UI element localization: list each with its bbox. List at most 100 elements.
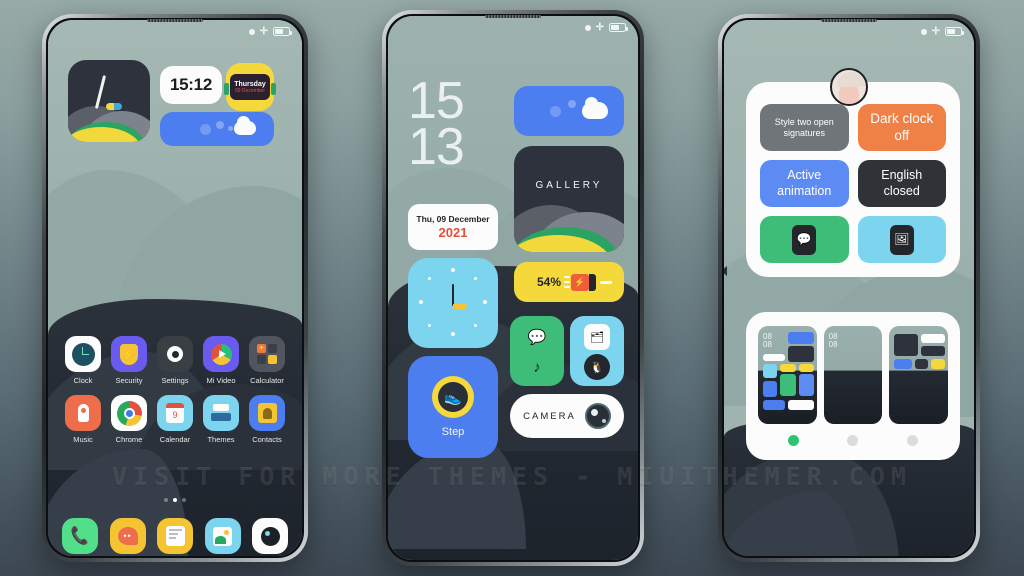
message-bubble-icon[interactable]: •• <box>109 518 146 554</box>
app-label: Calendar <box>159 435 191 444</box>
preview-time: 08 08 <box>828 332 838 349</box>
tile-active-animation[interactable]: Active animation <box>760 160 849 207</box>
app-label: Security <box>115 376 143 385</box>
wechat-scan-icon: 💬 <box>792 224 817 255</box>
cloud-icon <box>582 97 608 119</box>
gallery-widget[interactable]: GALLERY <box>514 146 624 252</box>
avatar[interactable] <box>830 68 868 106</box>
clock-minutes: 13 <box>408 118 465 176</box>
app-label: Clock <box>73 376 93 385</box>
date-widget[interactable]: Thu, 09 December 2021 <box>408 204 498 250</box>
app-grid: Clock ⚡ Security Settings Mi Video + Cal… <box>62 336 288 454</box>
camera-label: CAMERA <box>523 410 576 422</box>
phone-icon[interactable]: 📞 <box>62 518 98 554</box>
settings-card: Style two open signatures Dark clock off… <box>746 82 960 277</box>
step-widget[interactable]: 👟 Step <box>408 356 498 458</box>
tile-gallery-phone[interactable]: 🖼 <box>857 216 946 263</box>
app-contacts[interactable]: Contacts <box>246 395 288 444</box>
phone-mockup-2: ✛ 15 13 Thu, 09 December 2021 GALLERY 54… <box>382 10 644 566</box>
phone-2-screen[interactable]: ✛ 15 13 Thu, 09 December 2021 GALLERY 54… <box>388 16 638 560</box>
app-security[interactable]: ⚡ Security <box>108 336 150 385</box>
app-label: Themes <box>207 435 235 444</box>
shield-icon: ⚡ <box>111 336 147 372</box>
status-bar: ✛ <box>584 22 628 32</box>
chrome-icon <box>111 395 147 431</box>
preview-dot[interactable] <box>847 435 859 446</box>
phone-mockup-3: ✛ Style two open signatures Dark clock o… <box>718 14 980 562</box>
play-icon <box>203 336 239 372</box>
earpiece-speaker-icon <box>821 19 877 22</box>
page-indicator[interactable] <box>48 498 302 502</box>
gallery-landscape-icon[interactable] <box>68 60 150 142</box>
preview-thumb-3[interactable] <box>889 326 949 424</box>
tile-english-closed[interactable]: English closed <box>857 160 946 207</box>
calendar-day: 9 <box>172 410 178 420</box>
status-bar: ✛ <box>248 26 292 36</box>
phone-mockup-1: ✛ 15:12 Thursday 09 December Clock ⚡ Sec… <box>42 14 308 562</box>
battery-widget[interactable]: 54% ⚡ <box>514 262 624 302</box>
app-calculator[interactable]: + Calculator <box>246 336 288 385</box>
app-label: Chrome <box>115 435 143 444</box>
date-widget[interactable]: Thursday 09 December <box>224 63 276 111</box>
file-icon: 🗂 <box>584 324 610 350</box>
cloud-icon <box>234 116 256 135</box>
app-folder-tools[interactable]: 🗂 🐧 <box>570 316 624 386</box>
preview-dot-active[interactable] <box>788 435 800 446</box>
analog-clock-widget[interactable] <box>408 258 498 348</box>
notification-dot-icon <box>248 28 255 35</box>
page-dot[interactable] <box>164 498 168 502</box>
status-bar: ✛ <box>920 25 964 37</box>
weather-widget[interactable] <box>514 86 624 136</box>
camera-icon[interactable] <box>252 518 288 554</box>
app-folder-social[interactable]: 💬 ♪ <box>510 316 564 386</box>
tiktok-icon: ♪ <box>533 358 541 376</box>
battery-icon <box>273 27 292 36</box>
clock-widget[interactable]: 15:12 <box>160 66 222 104</box>
date-day: 09 December <box>234 87 265 94</box>
preview-thumb-2[interactable]: 08 08 <box>823 326 883 424</box>
battery-icon <box>945 27 964 36</box>
app-calendar[interactable]: 9 Calendar <box>154 395 196 444</box>
page-dot[interactable] <box>182 498 186 502</box>
calculator-icon: + <box>249 336 285 372</box>
earpiece-speaker-icon <box>485 15 541 18</box>
date-text: Thu, 09 December <box>416 214 490 224</box>
page-dot-active[interactable] <box>173 498 177 502</box>
preview-thumb-1[interactable]: 08 08 <box>758 326 817 424</box>
bluetooth-icon: ✛ <box>931 25 940 37</box>
phone-3-screen[interactable]: ✛ Style two open signatures Dark clock o… <box>724 20 974 556</box>
phone-2-bezel: ✛ 15 13 Thu, 09 December 2021 GALLERY 54… <box>386 14 640 562</box>
step-label: Step <box>441 426 465 438</box>
dock: 📞 •• <box>62 518 288 554</box>
preview-page-indicator[interactable] <box>758 435 948 446</box>
phone-3-bezel: ✛ Style two open signatures Dark clock o… <box>722 18 976 558</box>
wechat-icon: 💬 <box>527 329 547 346</box>
gallery-title: GALLERY <box>535 180 603 191</box>
weather-widget[interactable] <box>160 112 274 146</box>
app-themes[interactable]: Themes <box>200 395 242 444</box>
preview-card: 08 08 08 08 <box>746 312 960 460</box>
left-arrow-icon <box>724 266 727 276</box>
music-note-icon <box>65 395 101 431</box>
app-mi-video[interactable]: Mi Video <box>200 336 242 385</box>
battery-percent: 54% <box>536 275 562 289</box>
phone-1-bezel: ✛ 15:12 Thursday 09 December Clock ⚡ Sec… <box>46 18 304 558</box>
app-settings[interactable]: Settings <box>154 336 196 385</box>
tile-dark-clock-off[interactable]: Dark clock off <box>857 104 946 151</box>
phone-1-screen[interactable]: ✛ 15:12 Thursday 09 December Clock ⚡ Sec… <box>48 20 302 556</box>
app-label: Settings <box>161 376 189 385</box>
tile-style-two-open-signatures[interactable]: Style two open signatures <box>760 104 849 151</box>
notification-dot-icon <box>584 24 591 31</box>
app-music[interactable]: Music <box>62 395 104 444</box>
contacts-icon <box>249 395 285 431</box>
tile-wechat-scan[interactable]: 💬 <box>760 216 849 263</box>
image-icon[interactable] <box>204 518 241 554</box>
app-clock[interactable]: Clock <box>62 336 104 385</box>
battery-icon <box>609 23 628 32</box>
notes-icon[interactable] <box>157 518 193 554</box>
preview-dot[interactable] <box>906 435 918 446</box>
preview-thumbnails: 08 08 08 08 <box>758 326 949 424</box>
camera-widget[interactable]: CAMERA <box>510 394 624 438</box>
app-row-2: Music Chrome 9 Calendar Themes Contacts <box>62 395 288 444</box>
app-chrome[interactable]: Chrome <box>108 395 150 444</box>
